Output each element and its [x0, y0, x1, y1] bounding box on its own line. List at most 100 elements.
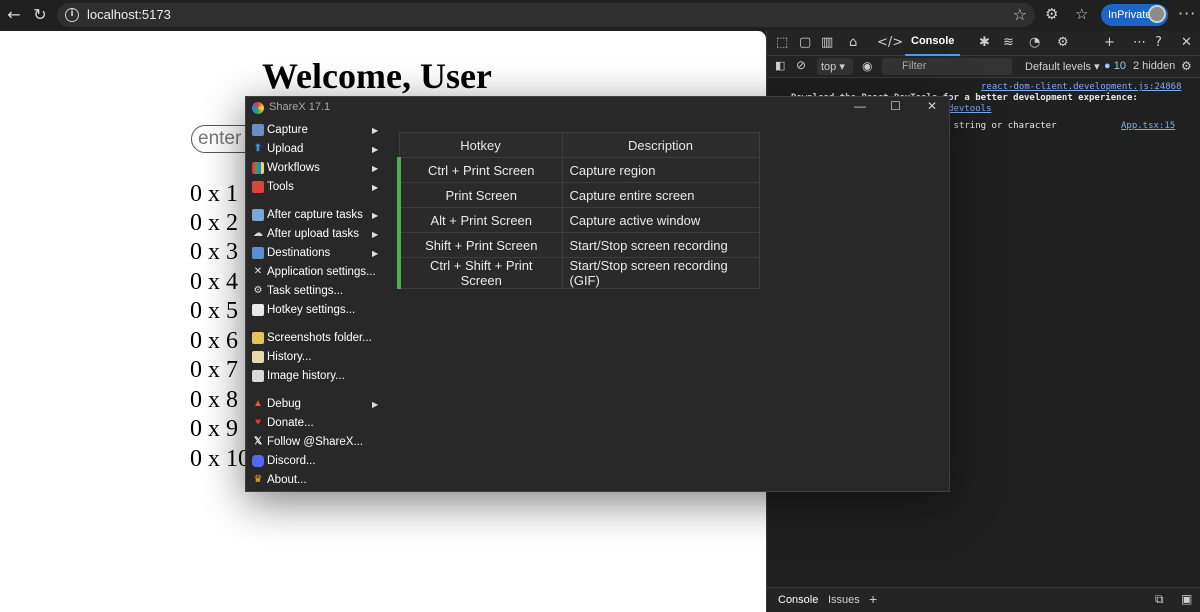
issues-counter[interactable]: ● 10	[1104, 60, 1126, 72]
menu-item-screenshots-folder[interactable]: Screenshots folder...	[250, 329, 390, 348]
issues-count-value: 10	[1113, 60, 1126, 72]
submenu-arrow-icon: ▶	[372, 145, 379, 154]
menu-item-about[interactable]: ♛ About...	[250, 471, 390, 490]
favorites-icon[interactable]: ☆	[1075, 5, 1088, 23]
address-bar[interactable]: i localhost:5173 ☆	[57, 3, 1035, 27]
close-drawer-icon[interactable]: ▣	[1181, 592, 1192, 606]
menu-item-label: Image history...	[267, 370, 345, 382]
console-settings-icon[interactable]: ⚙	[1181, 59, 1192, 73]
site-info-icon[interactable]: i	[65, 8, 79, 22]
log-levels-dropdown[interactable]: Default levels ▾	[1025, 60, 1100, 73]
more-tools-icon[interactable]: ⋯	[1133, 35, 1146, 50]
description-cell[interactable]: Start/Stop screen recording (GIF)	[561, 257, 760, 289]
column-header-description[interactable]: Description	[561, 132, 760, 158]
table-row[interactable]: Shift + Print Screen Start/Stop screen r…	[397, 232, 760, 258]
browser-toolbar: ← ↻ i localhost:5173 ☆ ⚙ ☆ InPrivate ···	[0, 0, 1200, 31]
help-icon[interactable]: ?	[1155, 35, 1162, 50]
menu-item-destinations[interactable]: Destinations ▶	[250, 244, 390, 263]
hidden-count: 2 hidden	[1133, 60, 1176, 72]
sources-bug-icon[interactable]: ✱	[979, 35, 990, 50]
inspect-icon[interactable]: ⬚	[776, 35, 788, 50]
refresh-icon[interactable]: ↻	[28, 4, 52, 26]
destinations-icon	[252, 247, 264, 259]
menu-item-hotkey-settings[interactable]: Hotkey settings...	[250, 301, 390, 320]
menu-item-application-settings[interactable]: ✕ Application settings...	[250, 263, 390, 282]
sharex-titlebar[interactable]: ShareX 17.1 — ☐ ✕	[246, 97, 949, 119]
keyboard-icon	[252, 304, 264, 316]
menu-item-discord[interactable]: Discord...	[250, 452, 390, 471]
clear-console-icon[interactable]: ⊘	[796, 58, 806, 72]
live-expression-eye-icon[interactable]: ◉	[862, 59, 872, 73]
add-drawer-tab-icon[interactable]: +	[869, 591, 877, 607]
elements-icon[interactable]: </>	[877, 35, 903, 50]
submenu-arrow-icon: ▶	[372, 211, 379, 220]
menu-item-capture[interactable]: Capture ▶	[250, 121, 390, 140]
favorite-star-icon[interactable]: ☆	[1013, 5, 1027, 24]
hotkey-cell[interactable]: Alt + Print Screen	[397, 207, 563, 233]
device-emulation-icon[interactable]: ▢	[799, 35, 811, 50]
menu-item-label: Hotkey settings...	[267, 304, 356, 316]
menu-item-task-settings[interactable]: ⚙ Task settings...	[250, 282, 390, 301]
description-cell[interactable]: Capture entire screen	[561, 182, 760, 208]
description-cell[interactable]: Capture region	[561, 157, 760, 183]
table-row[interactable]: Ctrl + Print Screen Capture region	[397, 157, 760, 183]
table-row: 0 x 8	[190, 387, 238, 413]
close-devtools-icon[interactable]: ✕	[1181, 35, 1192, 50]
description-cell[interactable]: Capture active window	[561, 207, 760, 233]
minimize-icon[interactable]: —	[854, 99, 866, 113]
back-arrow-icon[interactable]: ←	[2, 4, 26, 26]
menu-item-workflows[interactable]: Workflows ▶	[250, 159, 390, 178]
drawer-tab-console[interactable]: Console	[778, 594, 818, 606]
dock-icon[interactable]: ▥	[821, 35, 833, 50]
sidebar-toggle-icon[interactable]: ◧	[775, 59, 785, 72]
more-menu-icon[interactable]: ···	[1178, 4, 1196, 23]
profile-avatar[interactable]	[1148, 5, 1166, 23]
menu-item-debug[interactable]: ▲ Debug ▶	[250, 395, 390, 414]
log-source-link[interactable]: App.tsx:15	[1121, 121, 1175, 131]
table-row[interactable]: Print Screen Capture entire screen	[397, 182, 760, 208]
menu-item-after-upload-tasks[interactable]: ☁ After upload tasks ▶	[250, 225, 390, 244]
menu-item-history[interactable]: History...	[250, 348, 390, 367]
dock-drawer-icon[interactable]: ⧉	[1155, 592, 1164, 607]
table-row[interactable]: Ctrl + Shift + Print Screen Start/Stop s…	[397, 257, 760, 289]
menu-item-after-capture-tasks[interactable]: After capture tasks ▶	[250, 206, 390, 225]
welcome-home-icon[interactable]: ⌂	[849, 35, 857, 50]
menu-item-follow[interactable]: 𝕏 Follow @ShareX...	[250, 433, 390, 452]
close-icon[interactable]: ✕	[927, 99, 937, 113]
context-value: top	[821, 61, 837, 73]
discord-icon	[252, 455, 264, 467]
submenu-arrow-icon: ▶	[372, 230, 379, 239]
hotkey-cell[interactable]: Print Screen	[397, 182, 563, 208]
hotkey-cell[interactable]: Ctrl + Shift + Print Screen	[397, 257, 563, 289]
menu-item-tools[interactable]: Tools ▶	[250, 178, 390, 197]
add-tab-plus-icon[interactable]: +	[1104, 35, 1115, 50]
description-cell[interactable]: Start/Stop screen recording	[561, 232, 760, 258]
context-select[interactable]: top ▾	[817, 58, 853, 75]
menu-item-label: Capture	[267, 124, 308, 136]
menu-item-donate[interactable]: ♥ Donate...	[250, 414, 390, 433]
table-row[interactable]: Alt + Print Screen Capture active window	[397, 207, 760, 233]
submenu-arrow-icon: ▶	[372, 164, 379, 173]
network-wifi-icon[interactable]: ≋	[1003, 35, 1014, 50]
extensions-icon[interactable]: ⚙	[1045, 5, 1058, 23]
log-source-link[interactable]: react-dom-client.development.js:24868	[981, 82, 1181, 92]
performance-icon[interactable]: ◔	[1029, 35, 1040, 50]
drawer-tab-issues[interactable]: Issues	[828, 594, 860, 606]
tab-console[interactable]: Console	[905, 31, 961, 56]
workflows-grid-icon	[252, 162, 264, 174]
gear-icon: ⚙	[253, 285, 263, 296]
column-header-hotkey[interactable]: Hotkey	[398, 132, 563, 158]
filter-input[interactable]: Filter	[882, 58, 1012, 75]
menu-item-label: History...	[267, 351, 312, 363]
menu-item-label: After upload tasks	[267, 228, 360, 240]
debug-cone-icon: ▲	[253, 398, 263, 409]
hotkey-cell[interactable]: Ctrl + Print Screen	[397, 157, 563, 183]
settings-gear-icon[interactable]: ⚙	[1057, 35, 1069, 50]
menu-item-label: After capture tasks	[267, 209, 363, 221]
submenu-arrow-icon: ▶	[372, 126, 379, 135]
url-text[interactable]: localhost:5173	[87, 7, 171, 22]
hotkey-cell[interactable]: Shift + Print Screen	[397, 232, 563, 258]
maximize-icon[interactable]: ☐	[890, 99, 901, 113]
menu-item-upload[interactable]: ⬆ Upload ▶	[250, 140, 390, 159]
menu-item-image-history[interactable]: Image history...	[250, 367, 390, 386]
